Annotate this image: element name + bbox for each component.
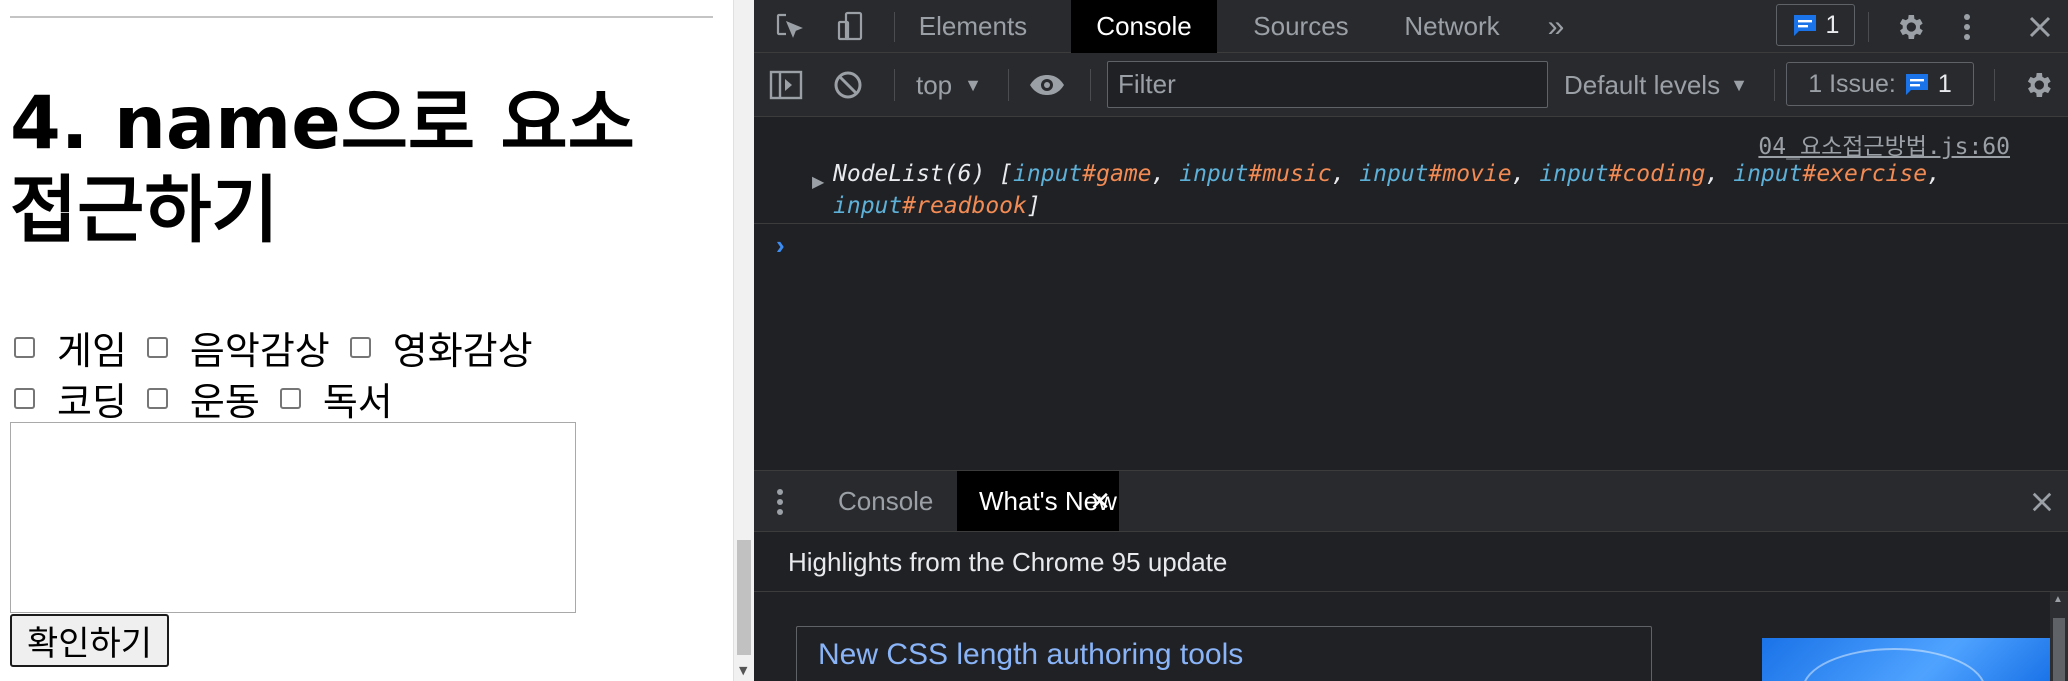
checkbox-label-coding[interactable]: 코딩 [57, 371, 127, 426]
clear-console-icon[interactable] [830, 65, 866, 105]
node-item[interactable]: input#readbook [833, 193, 1027, 219]
checkbox-exercise[interactable] [146, 387, 168, 409]
checkbox-game[interactable] [14, 336, 35, 358]
expand-arrow-icon[interactable]: ▶ [812, 172, 824, 192]
more-tabs-icon[interactable]: » [1534, 0, 1578, 53]
separator [1868, 12, 1869, 42]
whats-new-heading: Highlights from the Chrome 95 update [754, 532, 2068, 592]
checkbox-label-readbook[interactable]: 독서 [323, 371, 393, 426]
page-title: 4. name으로 요소 접근하기 [10, 81, 635, 253]
drawer-scroll-thumb[interactable] [2053, 618, 2065, 681]
separator [894, 12, 895, 42]
separator [1774, 69, 1775, 101]
article-title[interactable]: New CSS length authoring tools [818, 638, 1243, 671]
node-item[interactable]: input#movie [1359, 161, 1511, 187]
log-levels-value: Default levels [1564, 69, 1721, 100]
node-item[interactable]: input#coding [1539, 161, 1705, 187]
tab-elements[interactable]: Elements [912, 0, 1034, 53]
console-toolbar: top ▼ Default levels ▼ 1 Issue: 1 [754, 53, 2068, 117]
gear-icon[interactable] [1888, 6, 1932, 48]
messages-badge[interactable]: 1 [1776, 4, 1855, 46]
console-settings-gear-icon[interactable] [2016, 65, 2060, 105]
eye-icon[interactable] [1024, 65, 1070, 105]
confirm-button[interactable]: 확인하기 [10, 614, 169, 667]
sidebar-toggle-icon[interactable] [768, 65, 804, 105]
checkbox-movie[interactable] [349, 336, 371, 358]
log-levels-selector[interactable]: Default levels ▼ [1564, 63, 1748, 107]
devtools-panel: Elements Console Sources Network » 1 top… [754, 0, 2068, 681]
node-item[interactable]: input#game [1013, 161, 1152, 187]
page-scroll-thumb[interactable] [737, 540, 751, 655]
messages-count: 1 [1825, 10, 1840, 39]
node-item[interactable]: input#exercise [1733, 161, 1927, 187]
web-page: 4. name으로 요소 접근하기 게임 음악감상 영화감상 코딩 운동 독서 … [0, 0, 733, 681]
page-scrollbar[interactable]: ▼ [733, 0, 754, 681]
checkbox-label-game[interactable]: 게임 [57, 320, 127, 375]
drawer-close-icon[interactable] [2024, 485, 2060, 519]
devtools-tabbar: Elements Console Sources Network » 1 [754, 0, 2068, 53]
horizontal-rule [10, 16, 713, 18]
article-card[interactable]: New CSS length authoring tools [796, 626, 1652, 681]
tab-console[interactable]: Console [1071, 0, 1217, 53]
context-value: top [916, 69, 953, 100]
checkbox-row-2: 코딩 운동 독서 [14, 371, 413, 426]
kebab-menu-icon[interactable] [1952, 6, 1982, 48]
nodelist-output[interactable]: NodeList(6) [input#game, input#music, in… [833, 158, 2053, 222]
article-image [1762, 638, 2050, 681]
separator [894, 69, 895, 101]
issue-counter-label: 1 Issue: [1808, 69, 1896, 98]
chat-icon [1905, 74, 1928, 95]
checkbox-label-exercise[interactable]: 운동 [190, 371, 260, 426]
issue-counter-button[interactable]: 1 Issue: 1 [1786, 62, 1974, 106]
caret-down-icon: ▼ [964, 74, 982, 95]
filter-input[interactable] [1107, 61, 1548, 108]
chat-icon [1793, 15, 1816, 36]
console-log-entry: ▶ NodeList(6) [input#game, input#music, … [754, 158, 2068, 224]
issue-counter-count: 1 [1937, 69, 1952, 98]
drawer-tabbar: Console What's New ✕ [754, 470, 2068, 532]
device-toggle-icon[interactable] [828, 6, 874, 46]
checkbox-label-music[interactable]: 음악감상 [190, 320, 330, 375]
drawer-tab-whats-new[interactable]: What's New ✕ [957, 471, 1119, 531]
checkbox-readbook[interactable] [279, 387, 301, 409]
checkbox-music[interactable] [146, 336, 168, 358]
source-link[interactable]: 04_요소접근방법.js:60 [1758, 127, 2010, 161]
drawer-scrollbar[interactable]: ▲ [2050, 592, 2068, 681]
separator [1008, 69, 1009, 101]
separator [1090, 69, 1091, 101]
console-output: 04_요소접근방법.js:60 ▶ NodeList(6) [input#gam… [754, 118, 2068, 470]
tab-network[interactable]: Network [1378, 0, 1526, 53]
tab-sources[interactable]: Sources [1230, 0, 1372, 53]
drawer-tab-console[interactable]: Console [838, 471, 966, 531]
result-textarea[interactable] [10, 422, 576, 613]
nodelist-prefix: NodeList(6) [833, 161, 986, 187]
checkbox-coding[interactable] [14, 387, 35, 409]
separator [1994, 69, 1995, 101]
scroll-up-arrow-icon[interactable]: ▲ [2053, 594, 2063, 605]
inspect-icon[interactable] [766, 6, 812, 46]
drawer-menu-icon[interactable] [770, 483, 790, 521]
scroll-down-arrow-icon[interactable]: ▼ [739, 664, 747, 677]
checkbox-label-movie[interactable]: 영화감상 [393, 320, 533, 375]
node-item[interactable]: input#music [1179, 161, 1331, 187]
close-icon[interactable] [2020, 6, 2060, 48]
context-selector[interactable]: top ▼ [916, 63, 982, 107]
tab-close-icon[interactable]: ✕ [1089, 471, 1111, 531]
caret-down-icon: ▼ [1730, 74, 1748, 95]
console-prompt[interactable]: › [776, 230, 785, 261]
checkbox-row-1: 게임 음악감상 영화감상 [14, 320, 553, 375]
